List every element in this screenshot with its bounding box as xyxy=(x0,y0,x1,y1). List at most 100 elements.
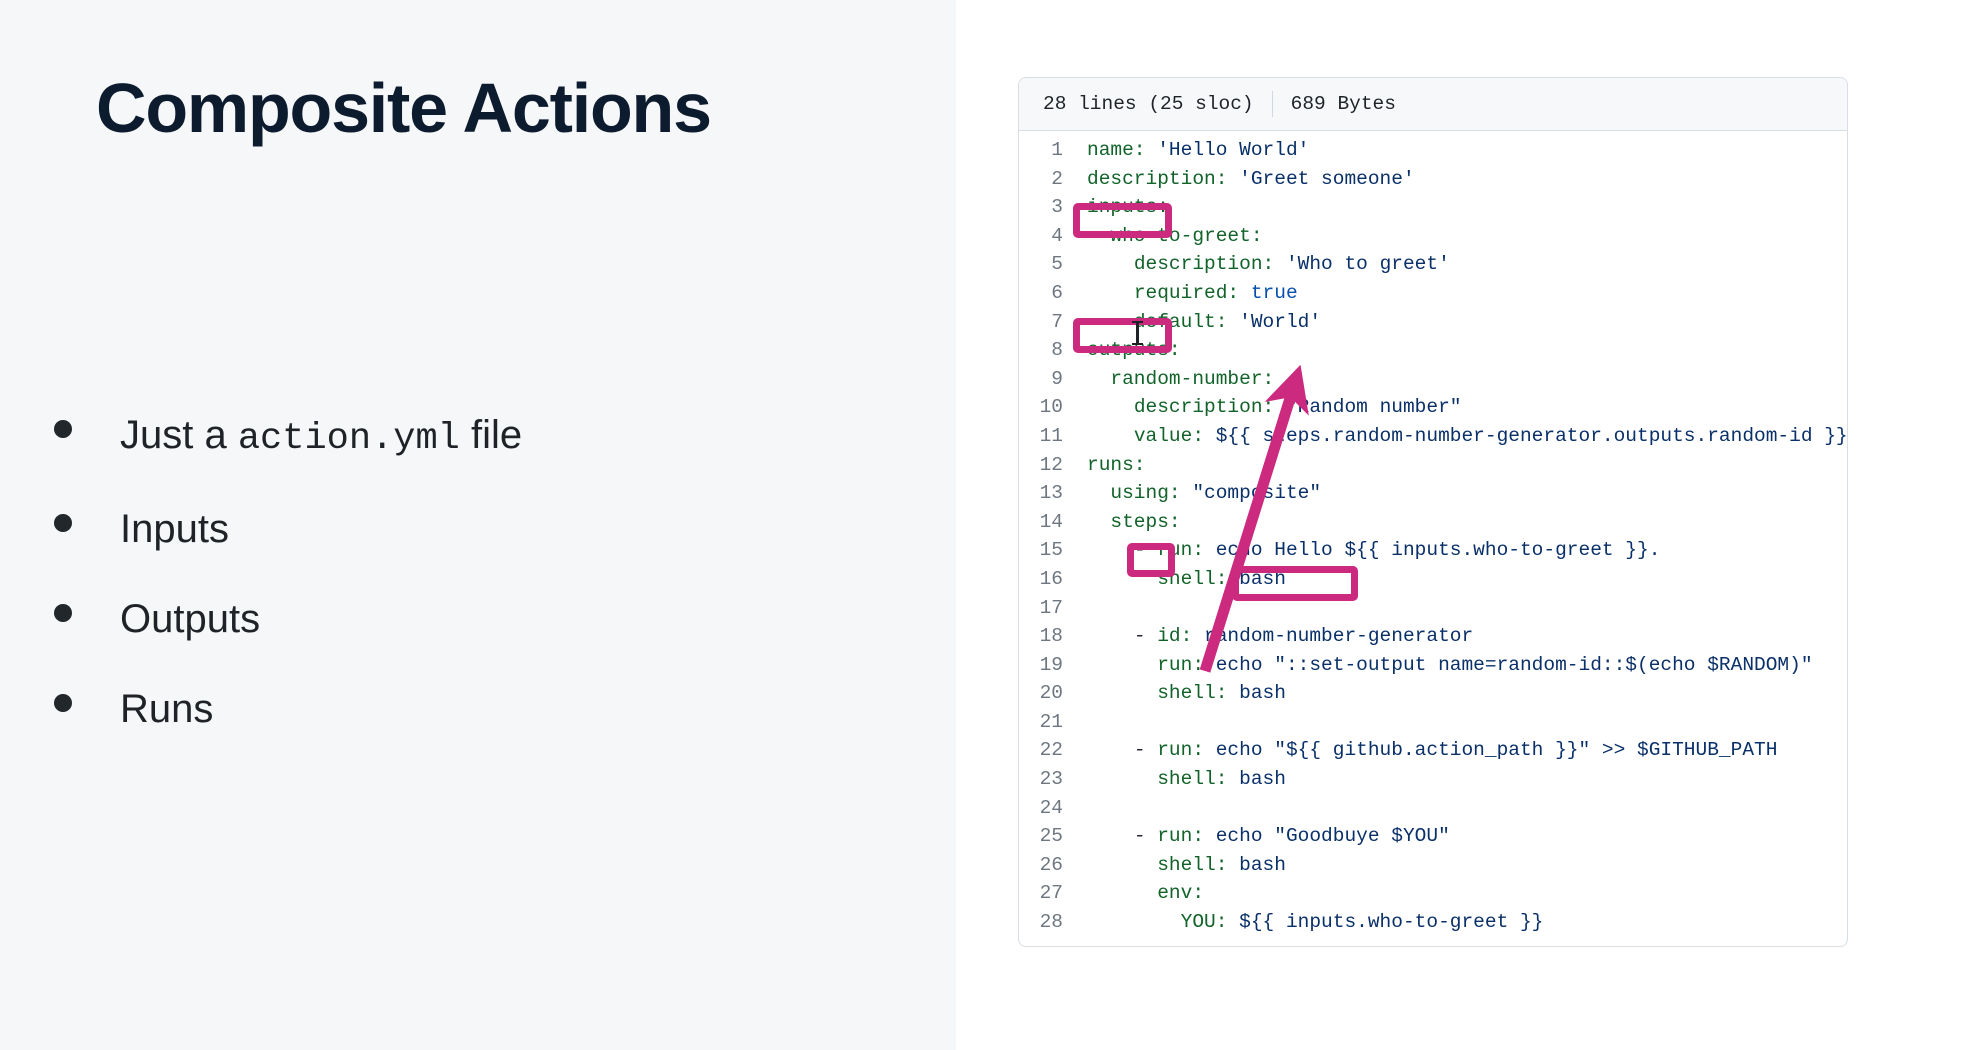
line-content: random-number: xyxy=(1110,367,1275,390)
line-number: 11 xyxy=(1039,424,1063,447)
line-content: - run: echo "${{ github.action_path }}" … xyxy=(1133,739,1778,762)
code-line: 1 name: 'Hello World' xyxy=(1019,136,1847,165)
list-item-label: Outputs xyxy=(120,597,261,641)
code-line: 11 value: ${{ steps.random-number-genera… xyxy=(1019,422,1847,451)
code-line: 9 random-number: xyxy=(1019,365,1847,394)
code-line: 21 xyxy=(1019,708,1847,737)
code-line: 17 xyxy=(1019,594,1847,623)
line-content xyxy=(1087,708,1847,737)
line-content: - run: echo "Goodbuye $YOU" xyxy=(1133,825,1450,848)
presentation-slide: Composite Actions Just a action.yml file… xyxy=(0,0,1977,1050)
line-content: runs: xyxy=(1087,453,1146,476)
code-file-header: 28 lines (25 sloc) 689 Bytes xyxy=(1019,78,1847,131)
code-line: 4 who-to-greet: xyxy=(1019,222,1847,251)
file-size-label: 689 Bytes xyxy=(1290,93,1396,115)
line-content: using: "composite" xyxy=(1110,482,1322,505)
list-item: Inputs xyxy=(54,502,914,556)
line-content: outputs: xyxy=(1087,339,1181,362)
code-line: 6 required: true xyxy=(1019,279,1847,308)
line-number: 6 xyxy=(1051,281,1063,304)
line-content: shell: bash xyxy=(1157,768,1286,791)
list-item: Outputs xyxy=(54,592,914,646)
code-line: 24 xyxy=(1019,794,1847,823)
line-content: value: ${{ steps.random-number-generator… xyxy=(1133,424,1848,447)
line-content: required: true xyxy=(1133,281,1298,304)
code-line: 7 default: 'World' xyxy=(1019,308,1847,337)
line-number: 15 xyxy=(1039,539,1063,562)
code-lines-container: 1 name: 'Hello World' 2 description: 'Greet… xyxy=(1019,131,1847,937)
header-divider xyxy=(1271,91,1273,117)
line-number: 12 xyxy=(1039,453,1063,476)
code-line: 8 outputs: xyxy=(1019,336,1847,365)
code-file-viewer: 28 lines (25 sloc) 689 Bytes 1 name: 'Hel… xyxy=(1018,77,1848,947)
line-content: - run: echo Hello ${{ inputs.who-to-gree… xyxy=(1133,539,1661,562)
line-number: 3 xyxy=(1051,196,1063,219)
line-content: shell: bash xyxy=(1157,853,1286,876)
list-item-text-before: Just a xyxy=(120,413,238,457)
line-number: 7 xyxy=(1051,310,1063,333)
list-item: Just a action.yml file xyxy=(54,408,914,466)
line-content: who-to-greet: xyxy=(1110,224,1263,247)
code-line: 25 - run: echo "Goodbuye $YOU" xyxy=(1019,822,1847,851)
right-screenshot-panel: 28 lines (25 sloc) 689 Bytes 1 name: 'Hel… xyxy=(956,0,1977,1050)
bullet-dot-icon xyxy=(54,514,72,532)
line-number: 27 xyxy=(1039,882,1063,905)
code-line: 5 description: 'Who to greet' xyxy=(1019,250,1847,279)
line-number: 26 xyxy=(1039,853,1063,876)
line-number: 10 xyxy=(1039,396,1063,419)
line-content xyxy=(1087,794,1847,823)
line-number: 21 xyxy=(1039,710,1063,733)
line-content: shell: bash xyxy=(1157,567,1286,590)
bullet-list: Just a action.yml file Inputs Outputs Ru… xyxy=(54,408,914,772)
line-content: steps: xyxy=(1110,510,1181,533)
list-item-text-after: file xyxy=(459,413,523,457)
line-number: 24 xyxy=(1039,796,1063,819)
code-line: 15 - run: echo Hello ${{ inputs.who-to-g… xyxy=(1019,536,1847,565)
bullet-dot-icon xyxy=(54,420,72,438)
code-line: 16 shell: bash xyxy=(1019,565,1847,594)
code-line: 12 runs: xyxy=(1019,451,1847,480)
line-content: description: "Random number" xyxy=(1133,396,1462,419)
left-content-panel: Composite Actions Just a action.yml file… xyxy=(0,0,956,1050)
line-number: 14 xyxy=(1039,510,1063,533)
line-content: description: 'Who to greet' xyxy=(1133,253,1450,276)
bullet-dot-icon xyxy=(54,694,72,712)
code-line: 3 inputs: xyxy=(1019,193,1847,222)
line-content: name: 'Hello World' xyxy=(1087,139,1310,161)
line-number: 1 xyxy=(1051,139,1063,161)
code-line: 10 description: "Random number" xyxy=(1019,393,1847,422)
line-number: 23 xyxy=(1039,768,1063,791)
list-item-label: Runs xyxy=(120,687,214,731)
code-line: 26 shell: bash xyxy=(1019,851,1847,880)
line-content: inputs: xyxy=(1087,196,1169,219)
code-line: 13 using: "composite" xyxy=(1019,479,1847,508)
line-number: 2 xyxy=(1051,167,1063,190)
code-line: 19 run: echo "::set-output name=random-i… xyxy=(1019,651,1847,680)
bullet-dot-icon xyxy=(54,604,72,622)
list-item: Runs xyxy=(54,682,914,736)
line-number: 5 xyxy=(1051,253,1063,276)
code-line: 28 YOU: ${{ inputs.who-to-greet }} xyxy=(1019,908,1847,937)
line-number: 22 xyxy=(1039,739,1063,762)
line-content: shell: bash xyxy=(1157,682,1286,705)
line-content: description: 'Greet someone' xyxy=(1087,167,1415,190)
line-number: 13 xyxy=(1039,482,1063,505)
list-item-label: Just a action.yml file xyxy=(120,408,522,466)
line-number: 28 xyxy=(1039,911,1063,934)
line-number: 17 xyxy=(1039,596,1063,619)
line-number: 9 xyxy=(1051,367,1063,390)
line-number: 18 xyxy=(1039,625,1063,648)
line-number: 25 xyxy=(1039,825,1063,848)
line-content: - id: random-number-generator xyxy=(1133,625,1474,648)
code-line: 14 steps: xyxy=(1019,508,1847,537)
line-content: env: xyxy=(1157,882,1205,905)
inline-code-action-yml: action.yml xyxy=(237,418,460,460)
code-line: 22 - run: echo "${{ github.action_path }… xyxy=(1019,736,1847,765)
code-line: 27 env: xyxy=(1019,879,1847,908)
line-number: 16 xyxy=(1039,567,1063,590)
page-title: Composite Actions xyxy=(96,69,712,147)
line-number: 4 xyxy=(1051,224,1063,247)
line-content xyxy=(1087,594,1847,623)
line-number: 20 xyxy=(1039,682,1063,705)
code-line: 2 description: 'Greet someone' xyxy=(1019,165,1847,194)
